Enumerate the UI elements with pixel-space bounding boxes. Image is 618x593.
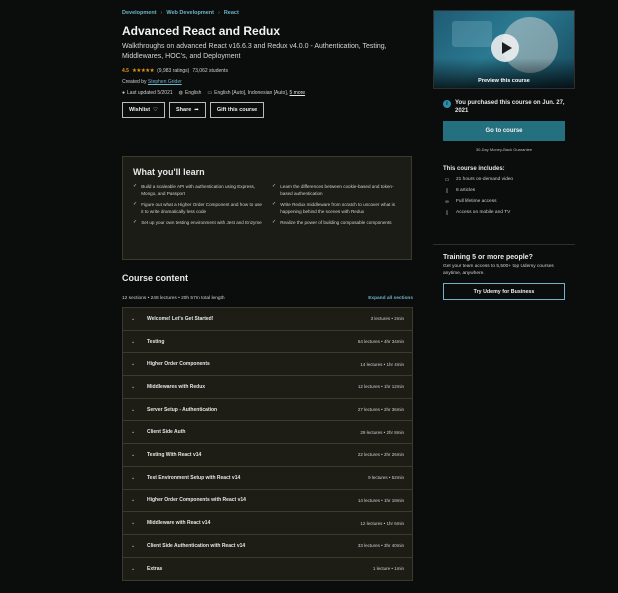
instructor-link[interactable]: Stephen Grider — [148, 79, 182, 85]
rating-line: 4.5 ★★★★★ (9,983 ratings) 73,062 student… — [122, 68, 422, 74]
action-buttons: Wishlist ♡ Share ➦ Gift this course — [122, 102, 422, 118]
chevron-down-icon: ⌄ — [131, 429, 136, 436]
creator-line: Created by Stephen Grider — [122, 79, 422, 85]
course-title: Advanced React and Redux — [122, 24, 281, 38]
training-heading: Training 5 or more people? — [443, 254, 533, 261]
chevron-right-icon: › — [217, 10, 220, 16]
created-by-label: Created by — [122, 79, 147, 85]
chevron-down-icon: ⌄ — [131, 542, 136, 549]
learn-list: ✓ Build a scaleable API with authenticati… — [133, 183, 401, 226]
includes-heading: This course includes: — [443, 166, 505, 172]
learn-item: ✓ Set up your own testing environment wit… — [133, 219, 262, 225]
section-row[interactable]: ⌄ Higher Order Components 14 lectures • 1h… — [123, 353, 412, 377]
expand-all-sections-button[interactable]: Expand all sections — [368, 296, 413, 301]
section-row[interactable]: ⌄ Welcome! Let's Get Started! 3 lectures •… — [123, 308, 412, 331]
student-count: 73,062 students — [192, 68, 228, 74]
check-icon: ✓ — [272, 201, 277, 207]
chevron-down-icon: ⌄ — [131, 520, 136, 527]
course-content-summary-row: 12 sections • 248 lectures • 20h 57m tot… — [122, 296, 413, 301]
learn-heading: What you'll learn — [133, 167, 205, 177]
course-subtitle: Walkthroughs on advanced React v16.6.3 a… — [122, 43, 387, 60]
last-updated: ● Last updated 5/2021 — [122, 90, 173, 96]
learn-item: ✓ Realize the power of building composabl… — [272, 219, 392, 225]
include-item: ▭ 21 hours on-demand video — [444, 176, 514, 183]
file-icon: ▯ — [445, 187, 449, 194]
course-content-heading: Course content — [122, 273, 189, 283]
sidebar-divider — [433, 244, 575, 245]
training-promo: Training 5 or more people? Get your team… — [443, 254, 565, 300]
check-icon: ✓ — [133, 219, 138, 225]
try-udemy-business-button[interactable]: Try Udemy for Business — [443, 283, 565, 300]
alert-badge-icon: ● — [122, 90, 126, 96]
section-row[interactable]: ⌄ Testing With React v14 22 lectures • 2hr… — [123, 444, 412, 467]
wishlist-button[interactable]: Wishlist ♡ — [122, 102, 165, 118]
learn-item: ✓ Build a scaleable API with authenticati… — [133, 183, 256, 196]
section-row[interactable]: ⌄ Higher Order Components with React v14 1… — [123, 489, 412, 513]
learn-item: ✓ Learn the differences between cookie-ba… — [272, 183, 394, 196]
info-icon: i — [443, 100, 451, 108]
chevron-down-icon: ⌄ — [131, 383, 136, 390]
what-you-learn-box: What you'll learn ✓ Build a scaleable API… — [122, 156, 412, 260]
section-row[interactable]: ⌄ Server Setup - Authentication 27 lecture… — [123, 398, 412, 422]
share-button[interactable]: Share ➦ — [168, 102, 206, 118]
section-row[interactable]: ⌄ Client Side Authentication with React v… — [123, 534, 412, 558]
check-icon: ✓ — [272, 183, 277, 189]
section-row[interactable]: ⌄ Middleware with React v14 12 lectures • … — [123, 512, 412, 535]
course-meta: ● Last updated 5/2021 ◍ English ▭ English [… — [122, 90, 422, 96]
purchase-notice: i You purchased this course on Jun. 27, … — [443, 99, 565, 115]
star-rating-icon: ★★★★★ — [131, 68, 155, 74]
include-item: ∞ Full lifetime access — [443, 198, 575, 205]
mobile-icon: ▯ — [445, 209, 449, 216]
language: ◍ English — [178, 90, 202, 96]
money-back-guarantee: 30-Day Money-Back Guarantee — [475, 147, 533, 152]
curriculum-sections: ⌄ Welcome! Let's Get Started! 3 lectures •… — [122, 307, 413, 582]
include-item: ▯ 8 articles — [443, 187, 575, 194]
course-preview-video[interactable]: Preview this course — [433, 10, 575, 89]
play-icon[interactable] — [491, 34, 519, 62]
globe-icon: ◍ — [178, 90, 184, 96]
check-icon: ✓ — [272, 219, 277, 225]
gift-button[interactable]: Gift this course — [209, 102, 265, 118]
chevron-down-icon: ⌄ — [131, 451, 136, 458]
infinity-icon: ∞ — [445, 198, 449, 205]
chevron-down-icon: ⌄ — [131, 497, 136, 504]
chevron-down-icon: ⌄ — [131, 565, 136, 572]
purchase-date-text: You purchased this course on Jun. 27, 20… — [455, 100, 565, 114]
preview-artwork — [452, 21, 492, 47]
heart-icon: ♡ — [153, 107, 158, 113]
chevron-down-icon: ⌄ — [131, 406, 136, 413]
ratings-count-link[interactable]: (9,983 ratings) — [157, 68, 189, 74]
breadcrumb: Development › Web Development › React — [122, 10, 422, 16]
chevron-down-icon: ⌄ — [131, 338, 136, 345]
course-content-summary: 12 sections • 248 lectures • 20h 57m tot… — [122, 296, 225, 301]
section-row[interactable]: ⌄ Client Side Auth 29 lectures • 2hr 8min — [123, 421, 412, 445]
breadcrumb-item-react[interactable]: React — [224, 10, 239, 16]
captions: ▭ English [Auto], Indonesian [Auto], 5 mo… — [207, 90, 306, 96]
video-icon: ▭ — [444, 176, 450, 183]
go-to-course-button[interactable]: Go to course — [443, 121, 565, 141]
section-row[interactable]: ⌄ Middlewares with Redux 12 lectures • 1hr… — [123, 376, 412, 399]
captions-more-link[interactable]: 5 more — [290, 90, 306, 96]
learn-item: ✓ Write Redux middleware from scratch to … — [272, 201, 396, 214]
section-row[interactable]: ⌄ Extras 1 lecture • 1min — [123, 557, 412, 581]
closed-captions-icon: ▭ — [207, 90, 213, 96]
breadcrumb-item-development[interactable]: Development — [122, 10, 157, 16]
section-row[interactable]: ⌄ Test Environment Setup with React v14 9 … — [123, 466, 412, 490]
chevron-down-icon: ⌄ — [131, 315, 136, 322]
section-row[interactable]: ⌄ Testing 64 lectures • 4hr 34min — [123, 330, 412, 354]
check-icon: ✓ — [133, 183, 138, 189]
include-item: ▯ Access on mobile and TV — [443, 209, 575, 216]
chevron-right-icon: › — [160, 10, 163, 16]
share-arrow-icon: ➦ — [194, 107, 199, 113]
preview-label: Preview this course — [478, 78, 530, 84]
chevron-down-icon: ⌄ — [131, 474, 136, 481]
breadcrumb-item-web-development[interactable]: Web Development — [166, 10, 214, 16]
chevron-down-icon: ⌄ — [131, 361, 136, 368]
course-header: Development › Web Development › React Ad… — [122, 10, 422, 118]
check-icon: ✓ — [133, 201, 138, 207]
rating-value: 4.5 — [122, 68, 129, 74]
training-text: Get your team access to 5,500+ top Udemy… — [443, 264, 554, 276]
learn-item: ✓ Figure out what a Higher Order Componen… — [133, 201, 262, 214]
